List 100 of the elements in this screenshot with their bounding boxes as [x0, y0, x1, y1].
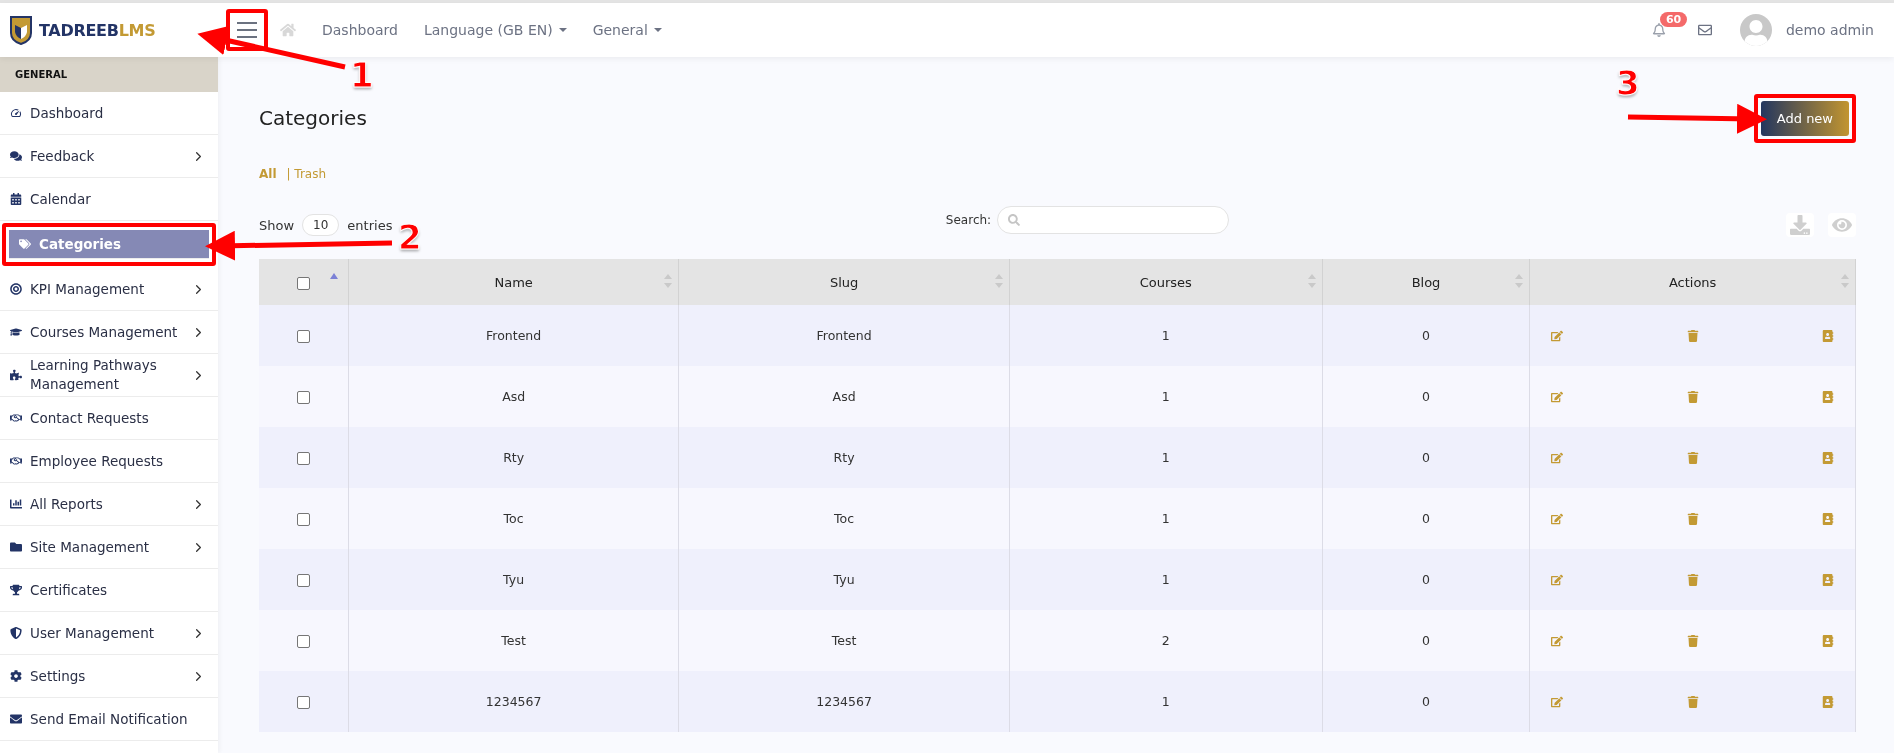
settings-icon — [9, 670, 23, 682]
edit-icon[interactable] — [1551, 695, 1564, 708]
entries-select[interactable]: 10 — [302, 214, 340, 236]
gauge-icon — [9, 107, 23, 119]
sidebar-label: User Management — [30, 623, 155, 643]
edit-icon[interactable] — [1551, 390, 1564, 403]
sidebar-label: KPI Management — [30, 279, 146, 299]
sidebar-label: Dashboard — [30, 103, 105, 123]
contact-book-icon[interactable] — [1822, 390, 1834, 403]
sidebar-item[interactable]: Learning Pathways Management — [0, 354, 218, 397]
sidebar-item[interactable]: Dashboard — [0, 92, 218, 135]
search-icon — [1008, 214, 1021, 226]
checkbox[interactable] — [296, 452, 310, 465]
show-label: Show — [259, 217, 295, 233]
user-name[interactable]: demo admin — [1785, 22, 1874, 38]
sidebar-item[interactable]: Certificates — [0, 569, 218, 612]
search-field[interactable] — [997, 206, 1230, 234]
contact-book-icon[interactable] — [1822, 512, 1834, 525]
bell-icon[interactable] — [1651, 23, 1666, 37]
sidebar-item[interactable]: KPI Management — [0, 268, 218, 311]
sidebar-label: Feedback — [30, 146, 96, 166]
column-header[interactable]: Name — [348, 259, 679, 305]
contact-book-icon[interactable] — [1822, 573, 1834, 586]
download-icon[interactable] — [1786, 213, 1814, 237]
sidebar-item[interactable]: Employee Requests — [0, 440, 218, 483]
caret-icon — [558, 28, 567, 32]
checkbox[interactable] — [296, 635, 310, 648]
brand-name: TADREEBLMS — [39, 20, 156, 40]
sidebar-label: Employee Requests — [30, 451, 165, 471]
table-cell: 1234567 — [678, 671, 1010, 732]
shield-icon — [9, 627, 23, 639]
sidebar-item[interactable]: Send Email Notification — [0, 698, 218, 741]
search-label: Search: — [945, 213, 992, 227]
edit-icon[interactable] — [1551, 329, 1564, 342]
mail-icon[interactable] — [1697, 23, 1712, 37]
trash-icon[interactable] — [1686, 329, 1699, 342]
sidebar-label: Site Management — [30, 537, 151, 557]
edit-icon[interactable] — [1551, 573, 1564, 586]
sidebar-section-title: GENERAL — [0, 57, 218, 92]
sidebar-item[interactable]: Calendar — [0, 178, 218, 221]
tag-icon — [18, 238, 32, 250]
sidebar-label: Courses Management — [30, 322, 179, 342]
home-icon[interactable] — [280, 22, 296, 38]
checkbox[interactable] — [296, 696, 310, 709]
sidebar-label: Certificates — [30, 580, 109, 600]
annotation-number: 1 — [350, 55, 374, 95]
sort-icon[interactable] — [1841, 274, 1849, 288]
handshake-icon — [9, 412, 23, 424]
checkbox[interactable] — [296, 574, 310, 587]
sidebar-item[interactable]: User Management — [0, 612, 218, 655]
nav-link[interactable]: Dashboard — [322, 22, 398, 38]
sort-icon[interactable] — [1307, 274, 1316, 288]
trash-icon[interactable] — [1686, 634, 1699, 647]
sidebar-item[interactable]: Contact Requests — [0, 397, 218, 440]
nav-link[interactable]: Language (GB EN) — [423, 22, 567, 38]
contact-book-icon[interactable] — [1822, 451, 1834, 464]
sort-icon[interactable] — [664, 274, 673, 288]
nav-link[interactable]: General — [592, 22, 662, 38]
logo-icon — [9, 15, 33, 45]
sidebar-item[interactable]: Feedback — [0, 135, 218, 178]
sidebar-label: Contact Requests — [30, 408, 150, 428]
sort-icon[interactable] — [994, 274, 1003, 288]
edit-icon[interactable] — [1551, 634, 1564, 647]
column-header[interactable]: Actions — [1529, 259, 1856, 305]
checkbox[interactable] — [296, 391, 310, 404]
chat-icon — [9, 150, 23, 162]
sidebar-label: All Reports — [30, 494, 104, 514]
add-new-button[interactable]: Add new — [1760, 100, 1849, 136]
edit-icon[interactable] — [1551, 451, 1564, 464]
trash-icon[interactable] — [1686, 573, 1699, 586]
bar-chart-icon — [9, 498, 23, 510]
entries-label: entries — [347, 217, 393, 233]
annotation-number: 2 — [398, 217, 422, 257]
checkbox[interactable] — [296, 330, 310, 343]
column-header[interactable]: Blog — [1322, 259, 1530, 305]
puzzle-icon — [9, 369, 23, 381]
trash-icon[interactable] — [1686, 695, 1699, 708]
sidebar-item[interactable]: All Reports — [0, 483, 218, 526]
eye-icon[interactable] — [1828, 213, 1856, 237]
contact-book-icon[interactable] — [1822, 329, 1834, 342]
table-cell: 1234567 — [348, 671, 679, 732]
checkbox[interactable] — [296, 276, 310, 290]
sort-ascending-icon[interactable] — [329, 273, 338, 279]
checkbox[interactable] — [296, 513, 310, 526]
sort-icon[interactable] — [1515, 274, 1524, 288]
trash-icon[interactable] — [1686, 512, 1699, 525]
folder-icon — [9, 541, 23, 553]
contact-book-icon[interactable] — [1822, 634, 1834, 647]
contact-book-icon[interactable] — [1822, 695, 1834, 708]
edit-icon[interactable] — [1551, 512, 1564, 525]
annotation-number: 3 — [1616, 63, 1640, 103]
trash-icon[interactable] — [1686, 390, 1699, 403]
sidebar-item[interactable]: Settings — [0, 655, 218, 698]
trash-icon[interactable] — [1686, 451, 1699, 464]
avatar[interactable] — [1739, 14, 1772, 46]
column-header[interactable]: Slug — [678, 259, 1010, 305]
column-header[interactable]: Courses — [1009, 259, 1323, 305]
table-cell: 1 — [1009, 671, 1323, 732]
sidebar-item[interactable]: Site Management — [0, 526, 218, 569]
sidebar-item[interactable]: Courses Management — [0, 311, 218, 354]
